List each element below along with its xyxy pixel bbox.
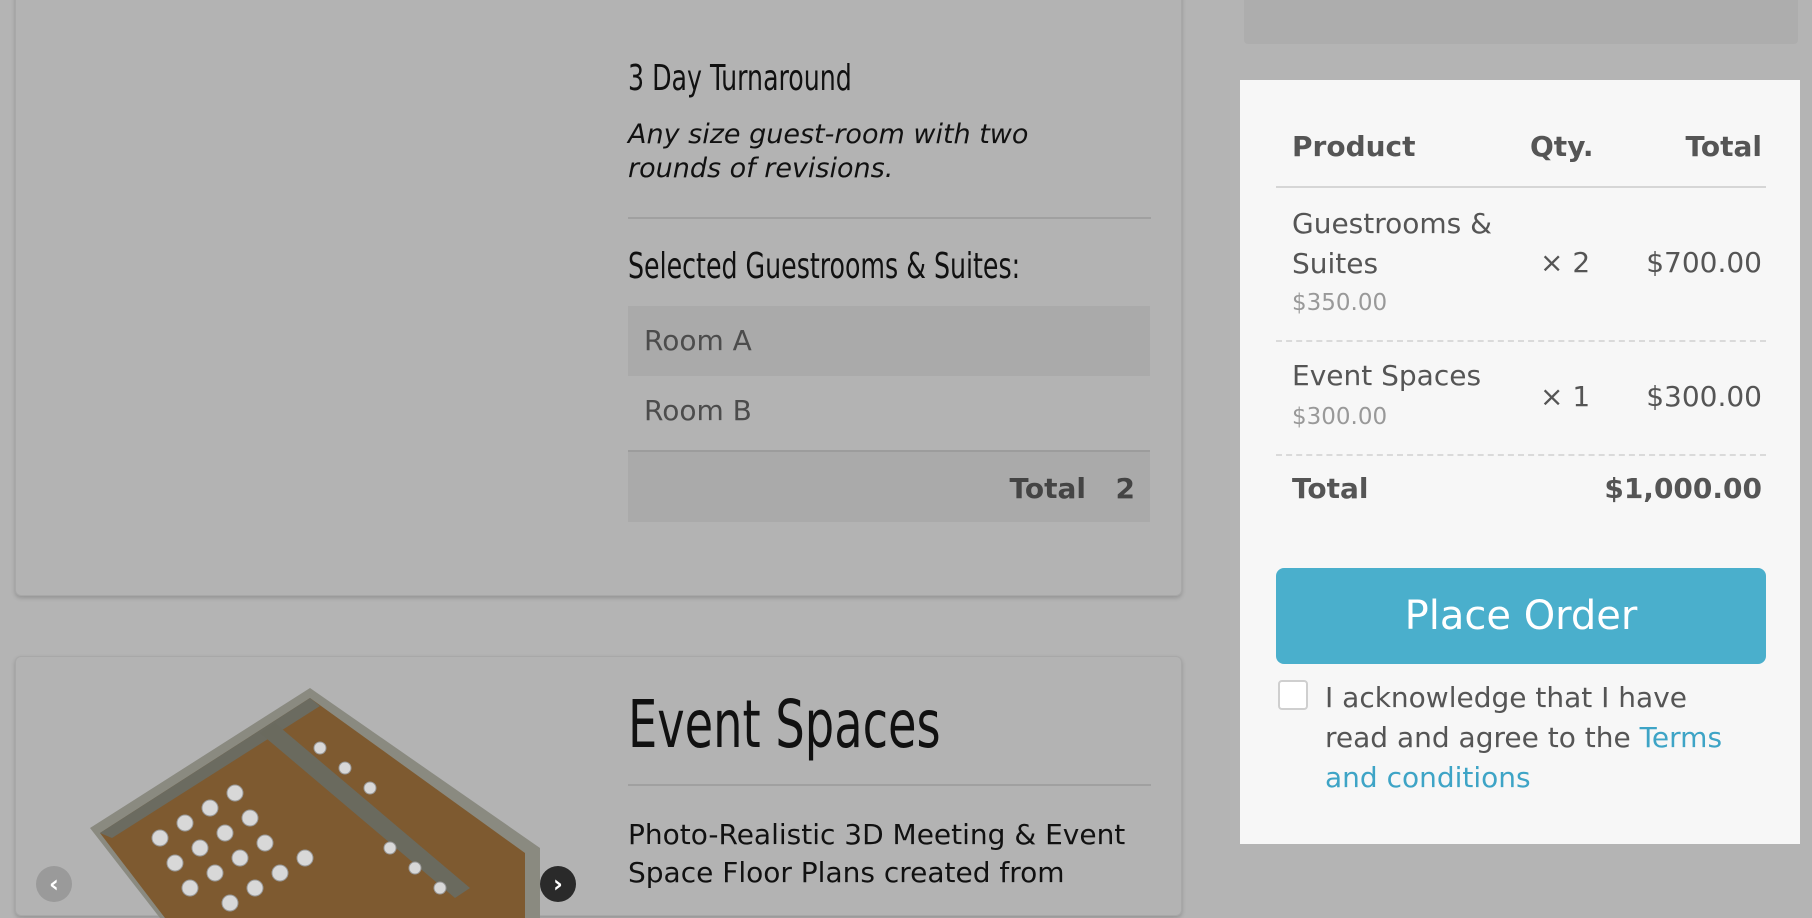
order-summary: Product Qty. Total Guestrooms & Suites $… xyxy=(1240,80,1800,844)
column-header-total: Total xyxy=(1685,130,1763,163)
event-spaces-description: Photo-Realistic 3D Meeting & Event Space… xyxy=(628,818,1126,889)
order-total-amount: $1,000.00 xyxy=(1604,472,1762,505)
plan-description: Any size guest-room with two rounds of r… xyxy=(628,119,1029,184)
order-item-total: $700.00 xyxy=(1646,246,1762,279)
chevron-right-icon[interactable]: › xyxy=(540,866,576,902)
event-spaces-title: Event Spaces xyxy=(628,686,941,763)
chevron-left-icon[interactable]: ‹ xyxy=(36,866,72,902)
column-header-product: Product xyxy=(1292,130,1416,163)
divider xyxy=(628,217,1151,219)
room-total-row: Total 2 xyxy=(628,450,1150,522)
room-total-label: Total xyxy=(1009,472,1087,505)
terms-acknowledgement-text: I acknowledge that I have read and agree… xyxy=(1325,681,1688,754)
terms-checkbox[interactable] xyxy=(1278,680,1308,710)
room-total-value: 2 xyxy=(1115,472,1135,505)
order-item-qty: × 2 xyxy=(1540,246,1591,279)
column-header-qty: Qty. xyxy=(1530,130,1594,163)
divider xyxy=(1276,454,1766,456)
divider xyxy=(1276,340,1766,342)
sidebar-top-panel xyxy=(1244,0,1798,44)
order-item-total: $300.00 xyxy=(1646,380,1762,413)
terms-acknowledgement: I acknowledge that I have read and agree… xyxy=(1325,678,1745,798)
place-order-button[interactable]: Place Order xyxy=(1276,568,1766,664)
order-item-unit-price: $300.00 xyxy=(1292,404,1388,430)
divider xyxy=(1276,186,1766,188)
order-item-qty: × 1 xyxy=(1540,380,1591,413)
order-item-name: Event Spaces xyxy=(1292,359,1482,392)
selected-rooms-title: Selected Guestrooms & Suites: xyxy=(628,246,1021,287)
order-total-label: Total xyxy=(1292,472,1369,505)
room-row: Room A xyxy=(628,306,1150,376)
plan-title: 3 Day Turnaround xyxy=(628,58,852,99)
divider xyxy=(628,784,1151,786)
room-row: Room B xyxy=(628,376,1150,446)
order-item-name: Guestrooms & Suites xyxy=(1292,207,1492,280)
order-item-unit-price: $350.00 xyxy=(1292,290,1388,316)
